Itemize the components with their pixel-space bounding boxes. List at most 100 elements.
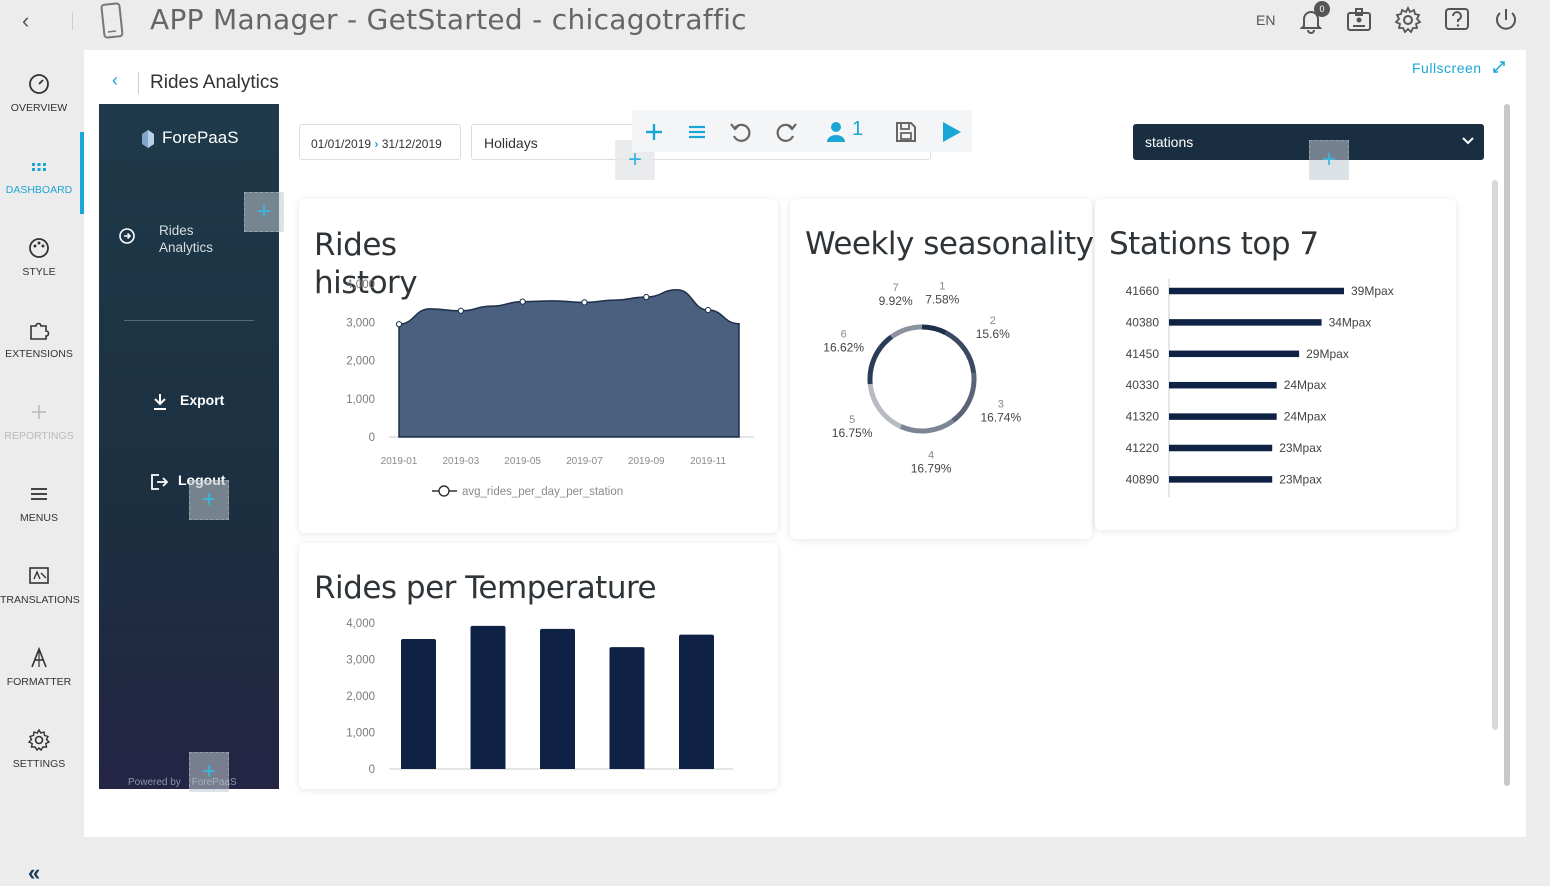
add-widget-button[interactable]: + <box>244 192 284 232</box>
language-selector[interactable]: EN <box>1256 12 1275 28</box>
rides-history-chart: 4,000 3,000 2,000 1,000 0 2019-01 2019-03 2019-… <box>346 279 754 498</box>
slice-category-label: 4 <box>928 450 934 462</box>
nav-translations[interactable]: TRANSLATIONS <box>0 564 80 634</box>
undo-icon[interactable] <box>727 118 755 146</box>
data-label: 23Mpax <box>1279 441 1322 455</box>
slice-value-label: 16.62% <box>823 341 864 355</box>
divider <box>138 72 139 94</box>
user-count: 1 <box>852 118 864 140</box>
nav-menus[interactable]: MENUS <box>0 482 78 552</box>
forepaas-logo: ForePaaS <box>162 128 239 147</box>
user-icon[interactable] <box>822 118 850 146</box>
puzzle-icon <box>30 322 50 340</box>
nav-dashboard[interactable]: DASHBOARD <box>0 154 78 224</box>
left-navigation: OVERVIEW DASHBOARD STYLE EXTENSIONS REPO… <box>0 50 84 885</box>
powered-by-label: Powered by <box>128 777 181 788</box>
bar <box>1169 444 1273 452</box>
add-widget-button[interactable]: + <box>189 752 229 792</box>
slice-category-label: 7 <box>893 282 899 294</box>
legend-label: avg_rides_per_day_per_station <box>462 486 623 498</box>
overview-gauge-icon <box>29 74 49 94</box>
y-tick-label: 0 <box>369 432 375 444</box>
nav-style[interactable]: STYLE <box>0 236 78 306</box>
nav-label: MENUS <box>20 512 58 524</box>
page-title: Rides Analytics <box>150 72 279 93</box>
data-label: 29Mpax <box>1306 347 1349 361</box>
slice-value-label: 15.6% <box>976 327 1010 341</box>
bar <box>1169 476 1273 483</box>
y-tick-label: 2,000 <box>346 691 375 703</box>
redo-icon[interactable] <box>772 118 800 146</box>
stations-top-chart: 41660 39Mpax 40380 34Mpax 41450 29Mpax 40330 24… <box>1126 279 1394 497</box>
divider <box>72 12 73 30</box>
data-label: 39Mpax <box>1351 284 1394 298</box>
power-icon[interactable] <box>1492 6 1520 34</box>
dashboard-grid-icon <box>32 163 46 171</box>
export-button[interactable]: Export <box>180 392 224 408</box>
nav-label: FORMATTER <box>6 676 72 688</box>
sidebar-item-rides-analytics[interactable]: Rides Analytics <box>159 222 229 256</box>
bar <box>401 639 436 769</box>
translate-icon <box>29 567 49 584</box>
app-title: APP Manager - GetStarted - chicagotraffi… <box>150 3 747 36</box>
bar <box>679 634 714 769</box>
nav-reportings[interactable]: REPORTINGS <box>0 400 78 470</box>
y-tick-label: 3,000 <box>346 317 375 329</box>
nav-label: EXTENSIONS <box>5 348 73 360</box>
category-label: 41320 <box>1126 410 1160 424</box>
weekly-seasonality-chart: 17.58% 215.6% 316.74% 416.79% 516.75% 616.62%… <box>823 280 1021 476</box>
y-tick-label: 0 <box>369 764 375 776</box>
data-point <box>704 306 712 314</box>
date-range-picker[interactable]: 01/01/2019 › 31/12/2019 <box>299 124 461 160</box>
nav-label: SETTINGS <box>12 758 66 770</box>
data-label: 24Mpax <box>1284 410 1327 424</box>
help-icon[interactable] <box>1443 6 1471 34</box>
add-widget-button[interactable]: + <box>189 480 229 520</box>
bar <box>1169 287 1344 295</box>
data-point <box>643 293 650 301</box>
save-icon[interactable] <box>892 118 920 146</box>
id-badge-icon[interactable] <box>1345 6 1373 34</box>
nav-overview[interactable]: OVERVIEW <box>0 72 78 142</box>
back-arrow-icon[interactable]: ‹ <box>112 70 118 91</box>
back-arrow-icon[interactable]: ‹ <box>22 8 29 34</box>
y-tick-label: 4,000 <box>346 279 375 291</box>
category-label: 41450 <box>1126 347 1160 361</box>
inner-scrollbar[interactable] <box>1492 180 1498 730</box>
data-label: 34Mpax <box>1329 315 1372 329</box>
forepaas-logo-icon <box>142 130 154 148</box>
fullscreen-button[interactable]: Fullscreen <box>1412 60 1506 76</box>
gear-icon <box>27 728 51 752</box>
slice-category-label: 5 <box>849 414 855 426</box>
rides-per-temperature-chart: 4,000 3,000 2,000 1,000 0 <box>346 618 733 776</box>
slice-value-label: 16.79% <box>911 462 952 476</box>
nav-formatter[interactable]: FORMATTER <box>0 646 78 716</box>
x-tick-label: 2019-07 <box>566 456 603 467</box>
slice-category-label: 3 <box>998 398 1004 410</box>
slice-value-label: 9.92% <box>879 294 913 308</box>
list-icon[interactable] <box>683 118 711 146</box>
add-icon[interactable] <box>640 118 668 146</box>
category-label: 41220 <box>1126 441 1160 455</box>
donut-slice-2 <box>944 330 977 374</box>
data-point <box>581 299 588 306</box>
data-label: 24Mpax <box>1284 378 1327 392</box>
add-widget-button[interactable]: + <box>1309 140 1349 180</box>
nav-extensions[interactable]: EXTENSIONS <box>0 318 78 388</box>
nav-label: TRANSLATIONS <box>0 594 80 606</box>
bar <box>1169 319 1322 326</box>
x-tick-label: 2019-09 <box>628 456 665 467</box>
date-end: 31/12/2019 <box>381 137 442 151</box>
nav-label: REPORTINGS <box>4 430 74 442</box>
slice-value-label: 7.58% <box>925 292 959 306</box>
y-tick-label: 4,000 <box>346 618 375 630</box>
slice-category-label: 1 <box>939 280 945 292</box>
chevron-down-icon <box>1462 137 1474 145</box>
collapse-sidebar-button[interactable]: « <box>28 860 40 886</box>
nav-settings[interactable]: SETTINGS <box>0 728 78 798</box>
category-label: 40890 <box>1126 472 1160 486</box>
play-icon[interactable] <box>937 118 965 146</box>
outer-scrollbar[interactable] <box>1504 104 1510 786</box>
category-label: 41660 <box>1126 284 1160 298</box>
gear-icon[interactable] <box>1394 6 1422 34</box>
